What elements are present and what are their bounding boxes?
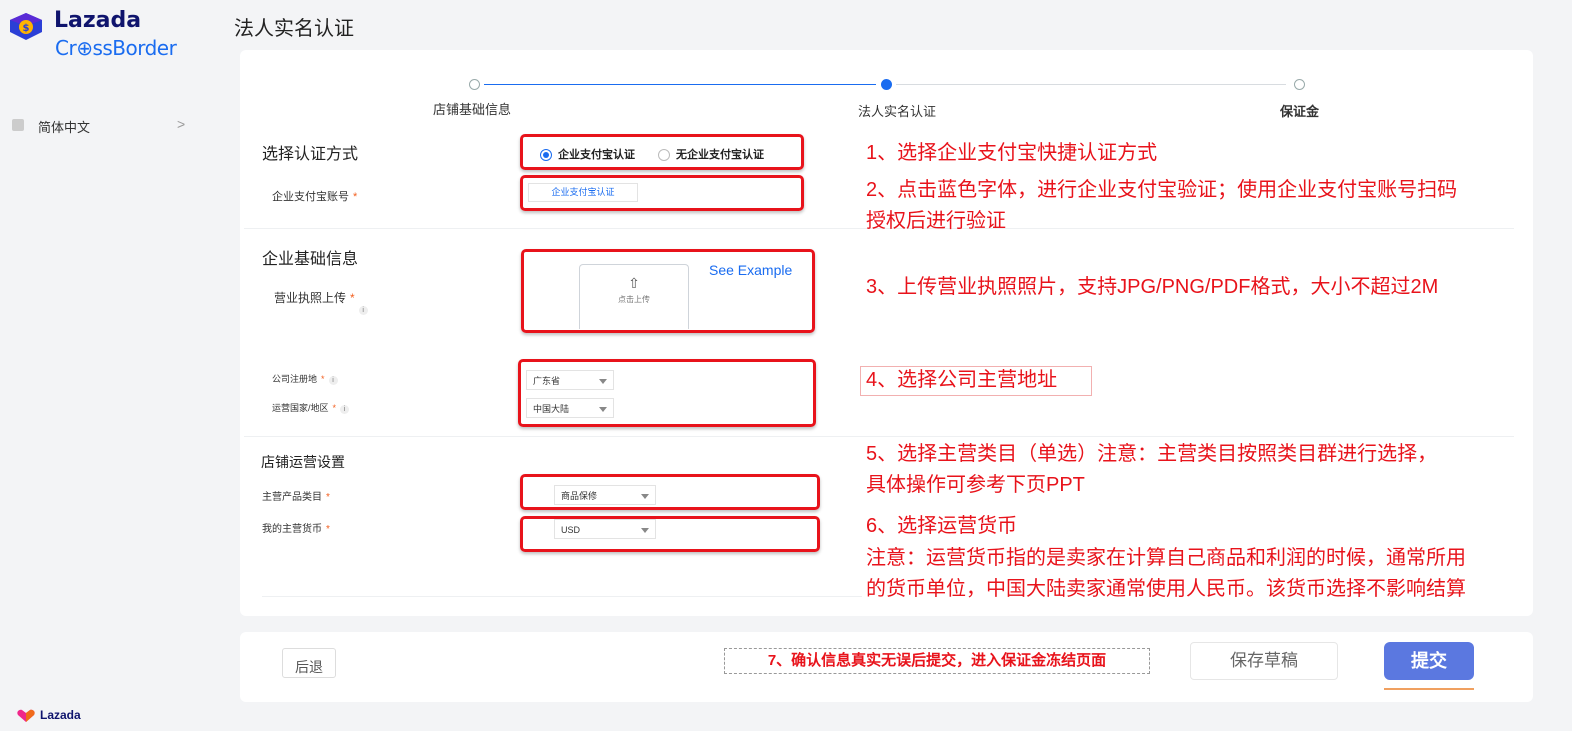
step-2-dot <box>881 79 892 90</box>
country-select[interactable]: 中国大陆 <box>526 398 614 418</box>
radio-unselected-icon <box>658 149 670 162</box>
license-upload-label-text: 营业执照上传 <box>274 291 347 305</box>
step-2-label: 法人实名认证 <box>858 104 937 119</box>
alipay-verify-button[interactable]: 企业支付宝认证 <box>528 183 638 202</box>
save-draft-button[interactable]: 保存草稿 <box>1190 642 1338 680</box>
required-mark: * <box>321 374 325 384</box>
dropdown-caret-icon <box>599 379 607 384</box>
required-mark: * <box>326 524 330 535</box>
alipay-account-label: 企业支付宝账号 * <box>272 188 357 204</box>
annotation-6-line3: 的货币单位，中国大陆卖家通常使用人民币。该货币选择不影响结算 <box>866 578 1466 600</box>
page-title: 法人实名认证 <box>234 18 354 40</box>
country-value: 中国大陆 <box>533 404 570 414</box>
currency-label: 我的主营货币 * <box>262 520 330 535</box>
brand-subtitle: Cr⊕ssBorder <box>55 36 177 60</box>
submit-button[interactable]: 提交 <box>1384 642 1474 680</box>
annotation-5-line1: 5、选择主营类目（单选）注意：主营类目按照类目群进行选择， <box>866 443 1438 465</box>
upload-hint: 点击上传 <box>618 295 650 304</box>
step-1-dot <box>469 79 480 90</box>
back-button[interactable]: 后退 <box>282 648 336 678</box>
dropdown-caret-icon <box>641 494 649 499</box>
dropdown-caret-icon <box>641 528 649 533</box>
lazada-logo-icon: $ <box>10 13 42 40</box>
radio-no-company-alipay-label: 无企业支付宝认证 <box>676 149 764 161</box>
annotation-3: 3、上传营业执照照片，支持JPG/PNG/PDF格式，大小不超过2M <box>866 276 1439 298</box>
alipay-account-label-text: 企业支付宝账号 <box>272 191 349 203</box>
section-divider <box>244 436 1514 437</box>
license-upload-dropzone[interactable]: ⇧ 点击上传 <box>579 264 689 329</box>
category-label: 主营产品类目 * <box>262 488 330 503</box>
svg-text:$: $ <box>23 23 30 34</box>
currency-value: USD <box>561 525 581 535</box>
lazada-heart-icon <box>17 709 35 722</box>
radio-no-company-alipay[interactable]: 无企业支付宝认证 <box>658 146 764 162</box>
country-label-text: 运营国家/地区 <box>272 403 329 413</box>
section-divider <box>262 596 862 597</box>
annotation-4: 4、选择公司主营地址 <box>866 369 1058 391</box>
step-line-2 <box>896 84 1286 85</box>
license-upload-label: 营业执照上传 *i <box>274 289 368 315</box>
reg-place-value: 广东省 <box>533 376 561 386</box>
currency-select[interactable]: USD <box>554 519 656 539</box>
step-3-dot <box>1294 79 1305 90</box>
category-label-text: 主营产品类目 <box>262 492 322 503</box>
language-label: 简体中文 <box>38 120 91 135</box>
category-select[interactable]: 商品保修 <box>554 485 656 505</box>
upload-icon: ⇧ <box>628 275 640 291</box>
submit-underline <box>1384 688 1474 690</box>
currency-label-text: 我的主营货币 <box>262 524 322 535</box>
required-mark: * <box>353 191 358 203</box>
bottom-brand: Lazada <box>16 708 81 723</box>
see-example-link[interactable]: See Example <box>709 262 792 278</box>
annotation-2-line1: 2、点击蓝色字体，进行企业支付宝验证；使用企业支付宝账号扫码 <box>866 179 1458 201</box>
required-mark: * <box>326 492 330 503</box>
sidebar: $ Lazada Cr⊕ssBorder 简体中文 > Lazada <box>0 0 200 731</box>
step-1-label: 店铺基础信息 <box>433 102 512 117</box>
dropdown-caret-icon <box>599 407 607 412</box>
step-line-1 <box>484 84 876 85</box>
reg-place-select[interactable]: 广东省 <box>526 370 614 390</box>
language-icon <box>12 119 24 131</box>
reg-place-label-text: 公司注册地 <box>272 374 318 384</box>
annotation-5-line2: 具体操作可参考下页PPT <box>866 474 1085 496</box>
country-label: 运营国家/地区 * i <box>272 401 350 414</box>
radio-company-alipay-label: 企业支付宝认证 <box>558 149 635 161</box>
annotation-2-line2: 授权后进行验证 <box>866 210 1006 232</box>
reg-place-label: 公司注册地 * i <box>272 372 338 385</box>
operation-section-title: 店铺运营设置 <box>261 454 345 470</box>
verify-section-title: 选择认证方式 <box>262 146 359 163</box>
brand-name: Lazada <box>54 8 142 33</box>
info-icon[interactable]: i <box>328 376 338 385</box>
step-3-label: 保证金 <box>1280 104 1320 119</box>
language-selector[interactable]: 简体中文 > <box>12 116 190 136</box>
annotation-6-line1: 6、选择运营货币 <box>866 515 1018 537</box>
company-section-title: 企业基础信息 <box>262 251 359 268</box>
radio-selected-icon <box>540 149 552 162</box>
annotation-6-line2: 注意：运营货币指的是卖家在计算自己商品和利润的时候，通常所用 <box>866 547 1466 569</box>
required-mark: * <box>350 291 355 305</box>
annotation-7: 7、确认信息真实无误后提交，进入保证金冻结页面 <box>724 648 1150 674</box>
radio-company-alipay[interactable]: 企业支付宝认证 <box>540 146 635 162</box>
info-icon[interactable]: i <box>340 405 350 414</box>
required-mark: * <box>332 403 337 413</box>
annotation-1: 1、选择企业支付宝快捷认证方式 <box>866 142 1158 164</box>
bottom-brand-label: Lazada <box>40 708 81 722</box>
category-value: 商品保修 <box>561 491 598 501</box>
chevron-right-icon: > <box>177 116 186 132</box>
info-icon[interactable]: i <box>358 306 368 315</box>
